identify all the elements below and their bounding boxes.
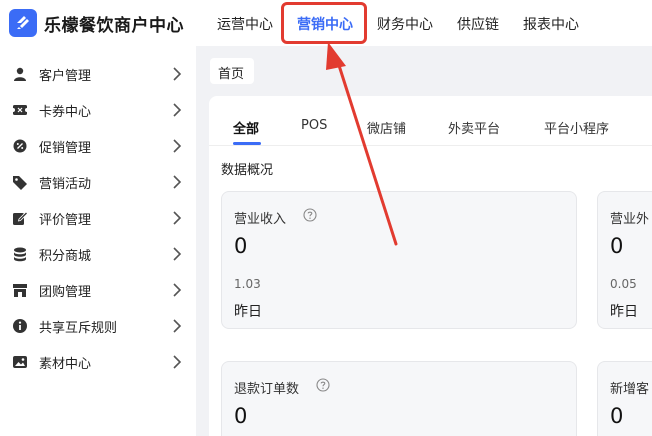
stat-card-yesterday-label: 昨日	[234, 304, 262, 320]
stat-card-value: 0	[234, 234, 248, 258]
sidebar-item-promotion-management[interactable]: 促销管理	[0, 128, 196, 164]
nav-operations-center[interactable]: 运营中心	[217, 14, 273, 34]
main-content-panel: 全部 POS 微店铺 外卖平台 平台小程序 数据概况 营业收入 0 1.03 昨…	[209, 96, 652, 436]
chevron-right-icon	[173, 67, 182, 81]
chevron-right-icon	[173, 211, 182, 225]
sidebar: 客户管理 卡券中心 促销管理 营销活动 评价管理 积分商城 团购管理 共享互斥规…	[0, 46, 196, 436]
info-icon	[13, 319, 27, 333]
logo-icon	[17, 16, 29, 29]
question-circle-icon[interactable]	[303, 208, 317, 222]
nav-supply-chain[interactable]: 供应链	[457, 14, 499, 34]
sidebar-item-shared-exclusion-rules[interactable]: 共享互斥规则	[0, 308, 196, 344]
storefront-icon	[13, 284, 27, 297]
chevron-right-icon	[173, 283, 182, 297]
sidebar-item-material-center[interactable]: 素材中心	[0, 344, 196, 380]
chevron-right-icon	[173, 139, 182, 153]
stat-card-non-operating-income: 营业外 0 0.05 昨日	[597, 191, 652, 329]
chevron-right-icon	[173, 319, 182, 333]
sidebar-item-label: 团购管理	[39, 285, 92, 300]
stat-card-title: 营业外	[610, 212, 650, 227]
stat-card-title: 新增客	[610, 382, 650, 397]
sidebar-item-label: 卡券中心	[39, 105, 92, 120]
question-circle-icon[interactable]	[316, 378, 330, 392]
chevron-right-icon	[173, 103, 182, 117]
top-navbar: 乐檬餐饮商户中心 运营中心 营销中心 财务中心 供应链 报表中心	[0, 0, 652, 46]
stat-card-title: 营业收入	[234, 212, 287, 227]
nav-finance-center[interactable]: 财务中心	[377, 14, 433, 34]
sidebar-item-label: 促销管理	[39, 141, 92, 156]
sidebar-item-label: 素材中心	[39, 357, 92, 372]
sidebar-item-coupon-center[interactable]: 卡券中心	[0, 92, 196, 128]
stat-card-yesterday-value: 0.05	[610, 277, 637, 291]
tab-micro-store[interactable]: 微店铺	[367, 118, 406, 137]
nav-highlight-box	[281, 2, 367, 44]
sidebar-item-points-mall[interactable]: 积分商城	[0, 236, 196, 272]
stat-card-value: 0	[234, 404, 248, 428]
coupon-icon	[12, 105, 28, 115]
stat-card-yesterday-label: 昨日	[610, 304, 638, 320]
chevron-right-icon	[173, 355, 182, 369]
sidebar-item-label: 积分商城	[39, 249, 92, 264]
sidebar-item-label: 客户管理	[39, 69, 92, 84]
brand-name: 乐檬餐饮商户中心	[44, 16, 184, 36]
coins-stack-icon	[14, 247, 26, 262]
app-logo	[9, 9, 37, 37]
review-edit-icon	[13, 211, 28, 225]
sidebar-item-review-management[interactable]: 评价管理	[0, 200, 196, 236]
nav-report-center[interactable]: 报表中心	[523, 14, 579, 34]
tab-pos[interactable]: POS	[301, 118, 327, 133]
breadcrumb-home-label: 首页	[218, 67, 245, 82]
stat-card-value: 0	[610, 404, 624, 428]
chevron-right-icon	[173, 247, 182, 261]
tab-takeout-platform[interactable]: 外卖平台	[448, 118, 500, 137]
stat-card-title: 退款订单数	[234, 382, 300, 397]
tag-icon	[13, 176, 27, 190]
sidebar-item-label: 营销活动	[39, 177, 92, 192]
stat-card-value: 0	[610, 234, 624, 258]
image-icon	[13, 356, 27, 368]
stat-card-new-customers: 新增客 0	[597, 361, 652, 436]
section-title: 数据概况	[221, 163, 274, 178]
promo-gear-icon	[13, 139, 27, 153]
sidebar-item-label: 共享互斥规则	[39, 321, 118, 336]
breadcrumb-home-tab[interactable]: 首页	[210, 58, 254, 84]
user-icon	[14, 67, 26, 81]
tab-divider	[209, 145, 652, 146]
tab-all[interactable]: 全部	[233, 118, 259, 137]
sidebar-item-customer-management[interactable]: 客户管理	[0, 56, 196, 92]
stat-card-yesterday-value: 1.03	[234, 277, 261, 291]
sidebar-item-marketing-activities[interactable]: 营销活动	[0, 164, 196, 200]
sidebar-item-group-buying[interactable]: 团购管理	[0, 272, 196, 308]
chevron-right-icon	[173, 175, 182, 189]
tab-platform-miniprogram[interactable]: 平台小程序	[544, 118, 609, 137]
stat-card-revenue: 营业收入 0 1.03 昨日	[221, 191, 577, 329]
sidebar-item-label: 评价管理	[39, 213, 92, 228]
stat-card-refund-orders: 退款订单数 0	[221, 361, 577, 436]
